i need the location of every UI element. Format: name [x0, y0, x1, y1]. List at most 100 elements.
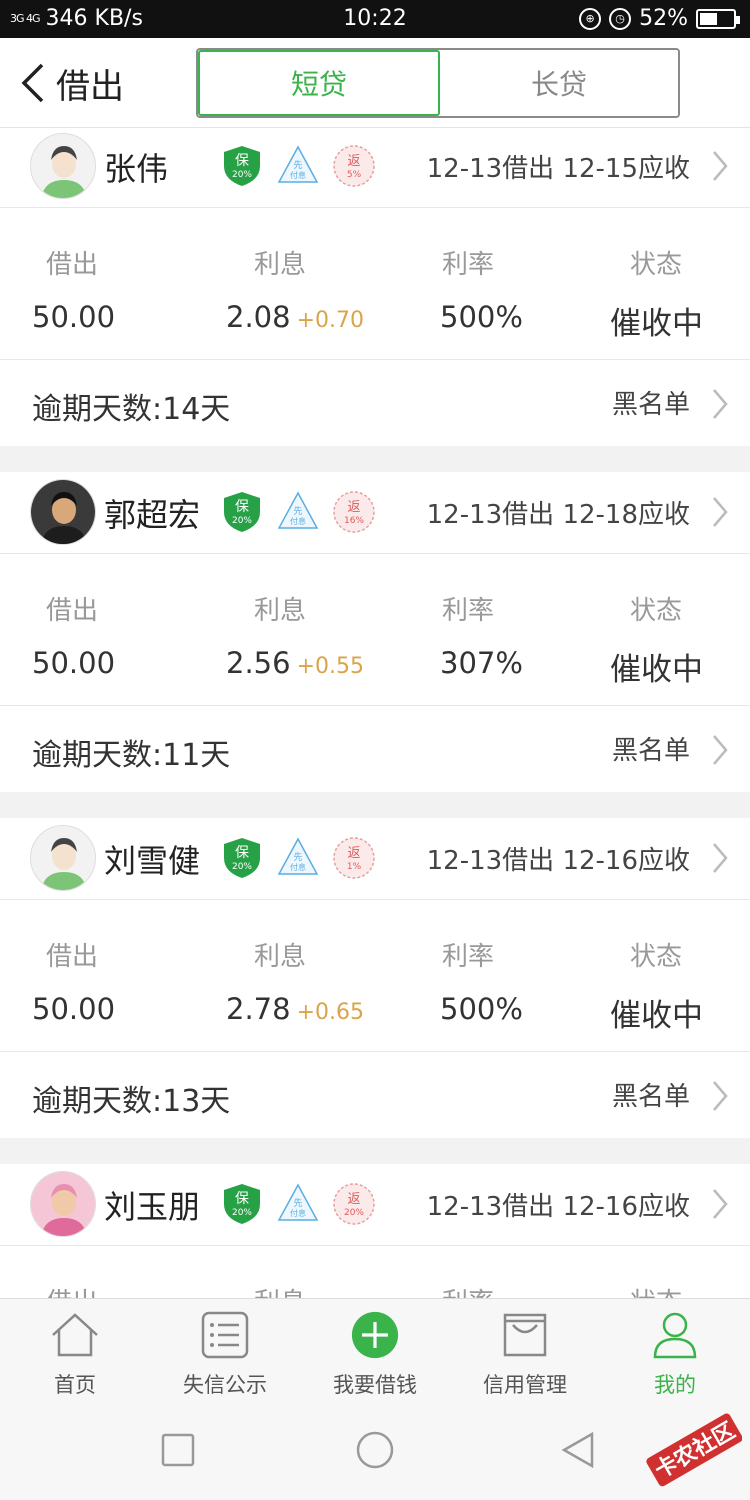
interest-label: 利息	[254, 942, 307, 972]
interest-extra: +0.65	[296, 1000, 364, 1025]
loan-card-header[interactable]: 刘雪健 保 20% 先 付息 返 1% 12-13借出 12-16应收	[0, 818, 750, 900]
home-icon	[52, 1313, 98, 1357]
svg-text:保: 保	[235, 499, 249, 515]
svg-text:20%: 20%	[232, 516, 252, 526]
home-nav-icon[interactable]	[355, 1430, 395, 1470]
svg-text:先: 先	[293, 159, 302, 171]
overdue-days: 逾期天数:14天	[32, 392, 231, 427]
svg-text:付息: 付息	[290, 862, 306, 872]
prepaid-interest-badge-icon: 先 付息	[277, 1183, 319, 1221]
lent-amount: 50.00	[32, 992, 116, 1026]
interest-value: 2.56 +0.55	[226, 646, 364, 680]
rate-value: 500%	[440, 300, 523, 334]
lent-label: 借出	[46, 942, 99, 972]
avatar	[30, 1171, 96, 1237]
battery-icon	[696, 8, 740, 29]
status-label: 状态	[630, 596, 683, 626]
tab-public-list[interactable]: 失信公示	[150, 1299, 300, 1402]
svg-text:先: 先	[293, 851, 302, 863]
list-icon	[201, 1311, 249, 1359]
svg-text:20%: 20%	[232, 170, 252, 180]
svg-text:20%: 20%	[232, 862, 252, 872]
recent-apps-icon[interactable]	[158, 1430, 198, 1470]
svg-text:保: 保	[235, 153, 249, 169]
plus-circle-icon	[351, 1311, 399, 1359]
rebate-badge-icon: 返 20%	[333, 1183, 375, 1225]
loan-card-footer[interactable]: 逾期天数:14天 黑名单	[0, 360, 750, 446]
loan-card-header[interactable]: 刘玉朋 保 20% 先 付息 返 20% 12-13借出 12-16应收	[0, 1164, 750, 1246]
interest-value: 2.08 +0.70	[226, 300, 364, 334]
battery-percent: 52%	[639, 6, 688, 31]
tab-credit[interactable]: 信用管理	[450, 1299, 600, 1402]
svg-text:16%: 16%	[344, 516, 364, 526]
alarm-icon: ◷	[609, 7, 632, 30]
avatar-icon	[31, 480, 95, 544]
rebate-badge-icon: 返 16%	[333, 491, 375, 533]
svg-text:返: 返	[347, 154, 360, 169]
loan-card[interactable]: 刘雪健 保 20% 先 付息 返 1% 12-13借出 12-16应收 借出 利…	[0, 818, 750, 1138]
lent-label: 借出	[46, 596, 99, 626]
svg-text:20%: 20%	[232, 1208, 252, 1218]
chevron-right-icon	[713, 151, 728, 181]
rate-value: 500%	[440, 992, 523, 1026]
avatar-icon	[31, 1172, 95, 1236]
loan-card-header[interactable]: 张伟 保 20% 先 付息 返 5% 12-13借出 12-15应收	[0, 128, 750, 208]
borrower-name: 张伟	[104, 150, 169, 188]
avatar	[30, 133, 96, 199]
interest-extra: +0.55	[296, 654, 364, 679]
chevron-right-icon	[713, 497, 728, 527]
tab-label: 失信公示	[183, 1373, 267, 1397]
loan-card[interactable]: 张伟 保 20% 先 付息 返 5% 12-13借出 12-15应收 借出 利息…	[0, 128, 750, 446]
lent-amount: 50.00	[32, 646, 116, 680]
lent-label: 借出	[46, 1282, 98, 1298]
rate-label: 利率	[442, 1282, 494, 1298]
loan-card[interactable]: 郭超宏 保 20% 先 付息 返 16% 12-13借出 12-18应收 借出 …	[0, 472, 750, 792]
tab-short-loan[interactable]: 短贷	[198, 50, 440, 116]
rebate-badge-icon: 返 1%	[333, 837, 375, 879]
tab-label: 信用管理	[483, 1373, 567, 1397]
back-nav-icon[interactable]	[558, 1430, 598, 1470]
status-label: 状态	[630, 1282, 682, 1298]
svg-text:返: 返	[347, 500, 360, 515]
tab-home[interactable]: 首页	[0, 1299, 150, 1402]
svg-text:付息: 付息	[290, 516, 306, 526]
rebate-badge-icon: 返 5%	[333, 145, 375, 187]
blacklist-link[interactable]: 黑名单	[612, 1076, 690, 1113]
back-button[interactable]: 借出	[18, 58, 124, 108]
loan-card-footer[interactable]: 逾期天数:11天 黑名单	[0, 706, 750, 792]
svg-text:先: 先	[293, 1197, 302, 1209]
blacklist-link[interactable]: 黑名单	[612, 384, 690, 421]
lent-amount: 50.00	[32, 300, 116, 334]
tab-borrow[interactable]: 我要借钱	[300, 1299, 450, 1402]
borrower-name: 刘雪健	[104, 842, 201, 880]
tab-long-loan[interactable]: 长贷	[440, 50, 678, 116]
rate-value: 307%	[440, 646, 523, 680]
avatar-icon	[31, 826, 95, 890]
svg-text:5%: 5%	[347, 170, 362, 180]
svg-text:保: 保	[235, 845, 249, 861]
blacklist-link[interactable]: 黑名单	[612, 730, 690, 767]
loan-dates: 12-13借出 12-16应收	[426, 846, 690, 876]
interest-label: 利息	[254, 1282, 306, 1298]
chevron-right-icon	[713, 389, 728, 419]
rate-label: 利率	[442, 942, 495, 972]
loan-card[interactable]: 刘玉朋 保 20% 先 付息 返 20% 12-13借出 12-16应收 借	[0, 1164, 750, 1298]
lock-icon: ⊕	[579, 7, 602, 30]
svg-text:返: 返	[347, 1192, 360, 1207]
guarantee-badge-icon: 保 20%	[224, 492, 260, 532]
loan-list[interactable]: 张伟 保 20% 先 付息 返 5% 12-13借出 12-15应收 借出 利息…	[0, 128, 750, 1298]
loan-card-footer[interactable]: 逾期天数:13天 黑名单	[0, 1052, 750, 1138]
status-label: 状态	[630, 942, 683, 972]
status-bar: 3G 4G 346 KB/s 10:22 ⊕ ◷ 52%	[0, 0, 750, 38]
chevron-right-icon	[713, 735, 728, 765]
loan-status: 催收中	[610, 652, 703, 688]
guarantee-badge-icon: 保 20%	[224, 146, 260, 186]
rate-label: 利率	[442, 250, 495, 280]
loan-status: 催收中	[610, 306, 703, 342]
loan-card-header[interactable]: 郭超宏 保 20% 先 付息 返 16% 12-13借出 12-18应收	[0, 472, 750, 554]
chevron-right-icon	[713, 1081, 728, 1111]
tab-mine[interactable]: 我的	[600, 1299, 750, 1402]
tab-label: 首页	[54, 1373, 96, 1397]
svg-text:保: 保	[235, 1191, 249, 1207]
person-icon	[653, 1312, 697, 1359]
